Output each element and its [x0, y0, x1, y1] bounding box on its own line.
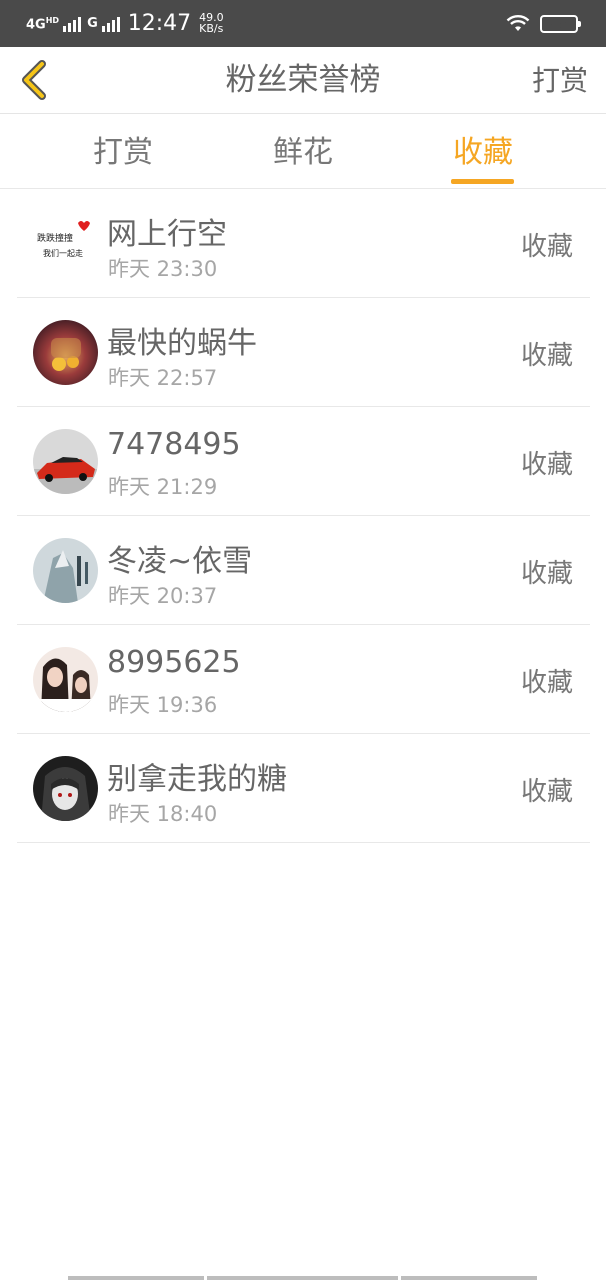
battery-level: 65	[550, 17, 568, 31]
speed-unit: KB/s	[199, 22, 224, 35]
action-label: 收藏	[520, 559, 573, 589]
active-tab-indicator	[451, 179, 514, 184]
signal-icon-2	[101, 14, 120, 32]
network-type-2: G	[87, 15, 98, 31]
user-name: 别拿走我的糖	[107, 762, 287, 797]
nav-bar: 粉丝荣誉榜 打赏	[0, 47, 606, 114]
tab-favorites[interactable]: 收藏	[423, 115, 543, 189]
avatar-image	[33, 756, 98, 821]
user-name: 最快的蜗牛	[107, 326, 257, 361]
list-item[interactable]: 7478495 昨天 21:29 收藏	[17, 407, 590, 516]
action-label: 收藏	[520, 450, 573, 480]
action-label: 收藏	[520, 777, 573, 807]
timestamp: 昨天 18:40	[108, 802, 218, 826]
avatar-caption-1: 跌跌撞撞	[37, 232, 73, 244]
avatar-image	[33, 429, 98, 494]
action-label: 收藏	[520, 668, 573, 698]
battery-icon: 65	[540, 15, 581, 33]
timestamp: 昨天 21:29	[108, 475, 218, 499]
avatar	[33, 429, 98, 494]
gesture-bar-left[interactable]	[68, 1276, 204, 1280]
list-item[interactable]: 最快的蜗牛 昨天 22:57 收藏	[17, 298, 590, 407]
avatar-image: 跌跌撞撞 我们一起走	[33, 211, 98, 276]
user-name: 7478495	[107, 427, 241, 462]
network-label: 4G	[26, 17, 46, 33]
user-name: 网上行空	[107, 217, 227, 252]
avatar	[33, 756, 98, 821]
action-label: 收藏	[520, 341, 573, 371]
network-speed: 49.0 KB/s	[199, 12, 224, 34]
avatar	[33, 538, 98, 603]
list-item[interactable]: 8995625 昨天 19:36 收藏	[17, 625, 590, 734]
page-title: 粉丝荣誉榜	[225, 62, 381, 98]
status-bar: 4GHD G 12:47 49.0 KB/s 65	[0, 0, 606, 47]
clock: 12:47	[127, 10, 192, 36]
reward-button[interactable]: 打赏	[532, 47, 588, 114]
list-item[interactable]: 冬凌~依雪 昨天 20:37 收藏	[17, 516, 590, 625]
avatar-caption-2: 我们一起走	[43, 248, 83, 258]
fan-list: 跌跌撞撞 我们一起走 网上行空 昨天 23:30 收藏 最快的蜗牛 昨天 22:…	[17, 189, 590, 843]
wifi-icon	[506, 15, 530, 31]
tab-flowers[interactable]: 鲜花	[243, 115, 363, 189]
avatar	[33, 647, 98, 712]
avatar-image	[33, 538, 98, 603]
timestamp: 昨天 23:30	[108, 257, 218, 281]
avatar: 跌跌撞撞 我们一起走	[33, 211, 98, 276]
avatar-image	[33, 320, 98, 385]
avatar-image	[33, 647, 98, 712]
avatar	[33, 320, 98, 385]
timestamp: 昨天 22:57	[108, 366, 218, 390]
list-item[interactable]: 别拿走我的糖 昨天 18:40 收藏	[17, 734, 590, 843]
user-name: 8995625	[107, 645, 241, 680]
status-left: 4GHD G 12:47 49.0 KB/s	[26, 8, 224, 38]
gesture-bar-right[interactable]	[401, 1276, 537, 1280]
status-right: 65	[506, 12, 581, 36]
user-name: 冬凌~依雪	[107, 544, 253, 579]
action-label: 收藏	[520, 232, 573, 262]
timestamp: 昨天 19:36	[108, 693, 218, 717]
signal-icon	[63, 14, 82, 32]
list-item[interactable]: 跌跌撞撞 我们一起走 网上行空 昨天 23:30 收藏	[17, 189, 590, 298]
network-sub: HD	[45, 16, 60, 26]
timestamp: 昨天 20:37	[108, 584, 218, 608]
network-type: 4GHD	[26, 14, 59, 31]
tab-reward[interactable]: 打赏	[63, 115, 183, 189]
tab-bar: 打赏 鲜花 收藏	[0, 115, 606, 189]
gesture-bar-center[interactable]	[207, 1276, 398, 1280]
